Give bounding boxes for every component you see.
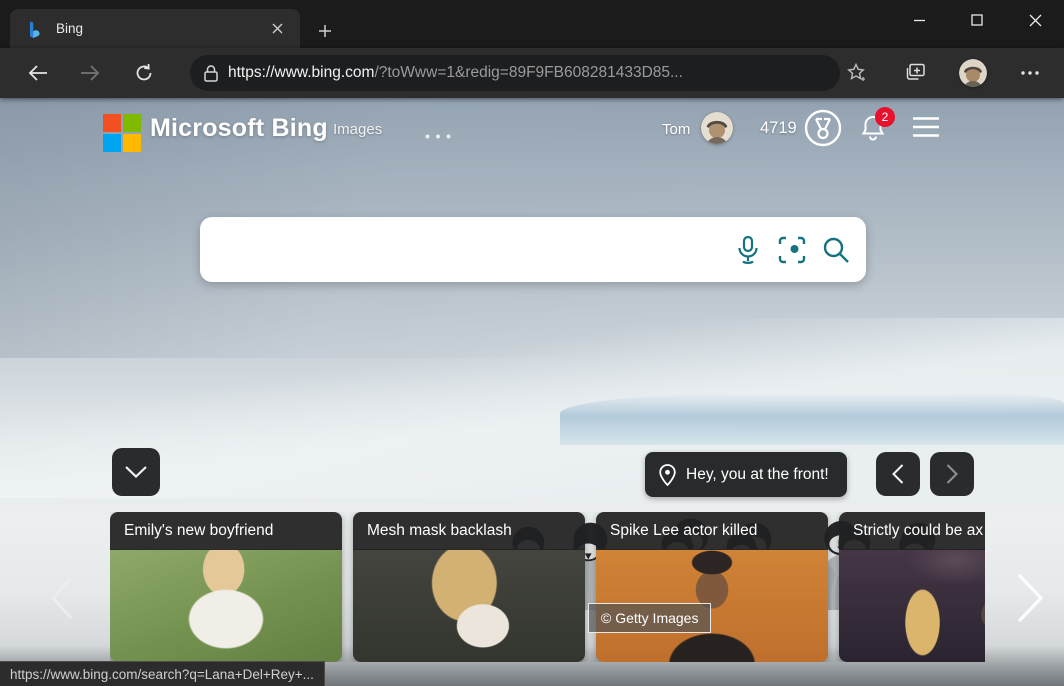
favorites-star-button[interactable]: [843, 59, 871, 87]
image-hotspot-tooltip[interactable]: Hey, you at the front!: [645, 452, 847, 497]
close-window-button[interactable]: [1006, 0, 1064, 40]
user-name[interactable]: Tom: [662, 121, 690, 138]
microsoft-logo-icon[interactable]: [103, 114, 141, 152]
nav-images-link[interactable]: Images: [333, 121, 382, 138]
window-controls: [890, 0, 1064, 48]
image-credit-badge: © Getty Images: [588, 603, 711, 633]
hamburger-menu-button[interactable]: [912, 116, 940, 143]
news-card-title: Mesh mask backlash: [353, 512, 585, 550]
news-card[interactable]: Spike Lee actor killed © Getty Images: [596, 512, 828, 662]
rewards-icon[interactable]: [804, 109, 842, 152]
url-domain: https://www.bing.com: [228, 64, 374, 81]
collections-button[interactable]: [902, 59, 930, 87]
hotspot-prev-button[interactable]: [876, 452, 920, 496]
tab-close-button[interactable]: [264, 16, 290, 42]
url-path: /?toWww=1&redig=89F9FB608281433D85...: [374, 64, 682, 81]
url-text[interactable]: https://www.bing.com/?toWww=1&redig=89F9…: [228, 64, 828, 82]
forward-button[interactable]: [76, 59, 104, 87]
search-box: [200, 217, 866, 282]
location-pin-icon: [659, 464, 676, 486]
notification-badge: 2: [875, 107, 895, 127]
back-button[interactable]: [24, 59, 52, 87]
refresh-button[interactable]: [130, 59, 158, 87]
visual-search-icon[interactable]: [770, 228, 814, 272]
chevron-right-icon: [946, 464, 958, 484]
nav-more-button[interactable]: [425, 126, 451, 143]
hotspot-next-button[interactable]: [930, 452, 974, 496]
brand-title[interactable]: Microsoft Bing: [150, 114, 328, 143]
image-info-expand-button[interactable]: [112, 448, 160, 496]
carousel-next-button[interactable]: [1008, 570, 1052, 626]
search-input[interactable]: [200, 217, 726, 282]
lock-icon: [204, 65, 218, 82]
browser-tab-bing[interactable]: Bing: [10, 9, 300, 48]
news-card-image: [110, 549, 342, 662]
address-bar[interactable]: https://www.bing.com/?toWww=1&redig=89F9…: [190, 55, 840, 91]
rewards-points[interactable]: 4719: [760, 119, 797, 138]
maximize-button[interactable]: [948, 0, 1006, 40]
news-card[interactable]: Emily's new boyfriend: [110, 512, 342, 662]
browser-profile-avatar[interactable]: [959, 59, 987, 87]
search-submit-icon[interactable]: [814, 228, 858, 272]
news-card-title: Strictly could be ax: [839, 512, 985, 550]
chevron-down-icon: [125, 466, 147, 478]
news-card-image: [839, 549, 985, 662]
user-avatar[interactable]: [701, 112, 733, 144]
bing-favicon-icon: [26, 20, 44, 38]
news-card[interactable]: Strictly could be ax: [839, 512, 985, 662]
news-card-image: [353, 549, 585, 662]
news-carousel: Emily's new boyfriend Mesh mask backlash…: [110, 512, 985, 662]
tooltip-text: Hey, you at the front!: [686, 466, 829, 484]
carousel-prev-button[interactable]: [42, 572, 82, 624]
chevron-left-icon: [892, 464, 904, 484]
chevron-right-icon: [1016, 573, 1044, 623]
news-card-title: Emily's new boyfriend: [110, 512, 342, 550]
news-card-title: Spike Lee actor killed: [596, 512, 828, 550]
minimize-button[interactable]: [890, 0, 948, 40]
news-card[interactable]: Mesh mask backlash: [353, 512, 585, 662]
status-url-tooltip: https://www.bing.com/search?q=Lana+Del+R…: [0, 661, 325, 686]
tab-title: Bing: [56, 21, 264, 36]
bing-header: Microsoft Bing Images Tom 4719: [0, 98, 1064, 160]
navigation-bar: https://www.bing.com/?toWww=1&redig=89F9…: [0, 48, 1064, 98]
voice-search-icon[interactable]: [726, 228, 770, 272]
title-bar: Bing: [0, 0, 1064, 48]
chevron-left-icon: [50, 576, 74, 620]
browser-menu-button[interactable]: [1016, 59, 1044, 87]
browser-window: Bing: [0, 0, 1064, 686]
new-tab-button[interactable]: [312, 18, 338, 44]
